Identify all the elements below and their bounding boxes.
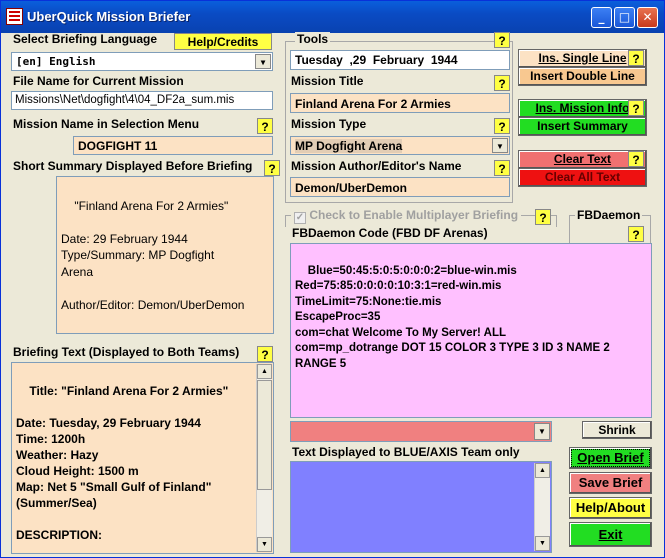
tools-help-button[interactable]: ? bbox=[494, 32, 510, 48]
author-value: Demon/UberDemon bbox=[295, 181, 408, 195]
menu-name-help-button[interactable]: ? bbox=[257, 118, 273, 134]
summary-help-button[interactable]: ? bbox=[264, 160, 280, 176]
author-label: Mission Author/Editor's Name bbox=[291, 159, 462, 173]
fbd-code-label: FBDaemon Code (FBD DF Arenas) bbox=[292, 226, 488, 240]
insert-summary-label: Insert Summary bbox=[537, 119, 628, 133]
title-bar[interactable]: UberQuick Mission Briefer _ □ ✕ bbox=[1, 1, 664, 33]
ins-single-line-help-button[interactable]: ? bbox=[628, 50, 644, 66]
summary-text: "Finland Arena For 2 Armies" Date: 29 Fe… bbox=[61, 198, 245, 312]
clear-all-text-button[interactable]: Clear All Text bbox=[518, 168, 647, 187]
chevron-down-icon[interactable]: ▼ bbox=[534, 423, 550, 440]
mission-title-help-button[interactable]: ? bbox=[494, 75, 510, 91]
filename-label: File Name for Current Mission bbox=[13, 74, 184, 88]
fbdaemon-help-button[interactable]: ? bbox=[628, 226, 644, 242]
multiplayer-checkbox[interactable]: ✓ bbox=[294, 212, 306, 224]
chevron-down-icon[interactable]: ▼ bbox=[255, 54, 271, 69]
summary-text-area[interactable]: "Finland Arena For 2 Armies" Date: 29 Fe… bbox=[56, 176, 274, 334]
briefing-text: Title: "Finland Arena For 2 Armies" Date… bbox=[16, 384, 229, 542]
scroll-up-icon[interactable]: ▲ bbox=[535, 463, 550, 478]
briefing-label: Briefing Text (Displayed to Both Teams) bbox=[13, 345, 240, 359]
briefing-help-button[interactable]: ? bbox=[257, 346, 273, 362]
briefing-scrollbar[interactable]: ▲ ▼ bbox=[256, 364, 272, 552]
save-brief-button[interactable]: Save Brief bbox=[569, 472, 652, 494]
insert-double-line-button[interactable]: Insert Double Line bbox=[518, 67, 647, 86]
mission-title-value: Finland Arena For 2 Armies bbox=[295, 97, 451, 111]
scroll-thumb[interactable] bbox=[257, 380, 272, 490]
mission-title-label: Mission Title bbox=[291, 74, 364, 88]
app-icon[interactable] bbox=[6, 8, 23, 25]
open-brief-button[interactable]: Open Brief bbox=[569, 447, 652, 469]
fbd-select[interactable]: ▼ bbox=[290, 421, 552, 442]
insert-summary-button[interactable]: Insert Summary bbox=[518, 117, 647, 136]
filename-field[interactable]: Missions\Net\dogfight\4\04_DF2a_sum.mis bbox=[11, 91, 273, 110]
fbd-code-area[interactable]: Blue=50:45:5:0:5:0:0:0:2=blue-win.mis Re… bbox=[290, 243, 652, 418]
shrink-button[interactable]: Shrink bbox=[582, 421, 652, 439]
scroll-down-icon[interactable]: ▼ bbox=[535, 536, 550, 551]
mission-type-value: MP Dogfight Arena bbox=[295, 139, 403, 153]
exit-label: Exit bbox=[598, 527, 623, 542]
minimize-button[interactable]: _ bbox=[591, 7, 612, 28]
multiplayer-checkbox-label: Check to Enable Multiplayer Briefing bbox=[309, 208, 519, 222]
ins-single-line-label: Ins. Single Line bbox=[538, 51, 627, 65]
blue-team-label: Text Displayed to BLUE/AXIS Team only bbox=[292, 445, 520, 459]
language-label: Select Briefing Language bbox=[13, 32, 158, 46]
chevron-down-icon[interactable]: ▼ bbox=[492, 138, 508, 153]
tools-label: Tools bbox=[295, 32, 331, 46]
mission-type-select[interactable]: MP Dogfight Arena ▼ bbox=[290, 136, 510, 155]
date-picker[interactable]: Tuesday ,29 February 1944 bbox=[290, 50, 510, 70]
help-about-button[interactable]: Help/About bbox=[569, 497, 652, 519]
mission-type-help-button[interactable]: ? bbox=[494, 118, 510, 134]
ins-mission-info-help-button[interactable]: ? bbox=[628, 100, 644, 116]
open-brief-label: Open Brief bbox=[577, 450, 644, 465]
mission-type-label: Mission Type bbox=[291, 117, 367, 131]
multiplayer-checkbox-row[interactable]: ✓ Check to Enable Multiplayer Briefing bbox=[291, 208, 522, 224]
shrink-label: Shrink bbox=[598, 423, 636, 437]
clear-text-label: Clear Text bbox=[553, 152, 612, 166]
clear-all-text-label: Clear All Text bbox=[544, 170, 621, 184]
insert-double-line-label: Insert Double Line bbox=[530, 69, 635, 83]
author-field[interactable]: Demon/UberDemon bbox=[290, 177, 510, 197]
menu-name-label: Mission Name in Selection Menu bbox=[13, 117, 200, 131]
maximize-button[interactable]: □ bbox=[614, 7, 635, 28]
fbdaemon-label: FBDaemon bbox=[575, 208, 643, 222]
summary-label: Short Summary Displayed Before Briefing bbox=[13, 159, 253, 173]
close-button[interactable]: ✕ bbox=[637, 7, 658, 28]
blue-team-text-area[interactable]: ▲ ▼ bbox=[290, 461, 552, 553]
briefing-text-area[interactable]: Title: "Finland Arena For 2 Armies" Date… bbox=[11, 362, 274, 554]
blue-team-scrollbar[interactable]: ▲ ▼ bbox=[534, 463, 550, 551]
menu-name-field[interactable]: DOGFIGHT 11 bbox=[73, 136, 273, 155]
window-title: UberQuick Mission Briefer bbox=[27, 9, 191, 24]
fbd-code-text: Blue=50:45:5:0:5:0:0:0:2=blue-win.mis Re… bbox=[295, 264, 610, 370]
menu-name-value: DOGFIGHT 11 bbox=[78, 139, 158, 153]
ins-mission-info-label: Ins. Mission Info bbox=[535, 101, 630, 115]
help-credits-button[interactable]: Help/Credits bbox=[174, 33, 272, 50]
multiplayer-help-button[interactable]: ? bbox=[535, 209, 551, 225]
language-select[interactable]: [en] English ▼ bbox=[11, 52, 273, 71]
clear-text-help-button[interactable]: ? bbox=[628, 151, 644, 167]
help-about-label: Help/About bbox=[575, 500, 646, 515]
main-window: UberQuick Mission Briefer _ □ ✕ Select B… bbox=[0, 0, 665, 558]
author-help-button[interactable]: ? bbox=[494, 160, 510, 176]
scroll-down-icon[interactable]: ▼ bbox=[257, 537, 272, 552]
filename-value: Missions\Net\dogfight\4\04_DF2a_sum.mis bbox=[15, 94, 235, 106]
save-brief-label: Save Brief bbox=[578, 475, 643, 490]
exit-button[interactable]: Exit bbox=[569, 522, 652, 547]
scroll-up-icon[interactable]: ▲ bbox=[257, 364, 272, 379]
mission-title-field[interactable]: Finland Arena For 2 Armies bbox=[290, 93, 510, 113]
language-value: [en] English bbox=[16, 55, 96, 68]
date-value: Tuesday ,29 February 1944 bbox=[295, 53, 458, 67]
